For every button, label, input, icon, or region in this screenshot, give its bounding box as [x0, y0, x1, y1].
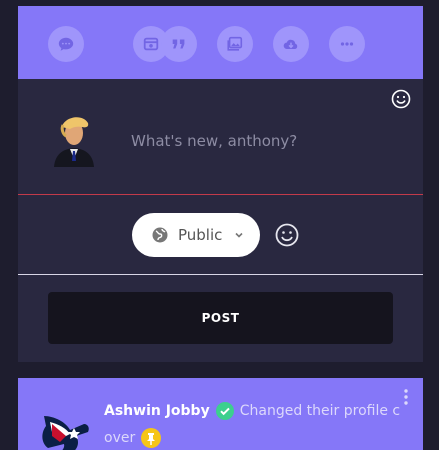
- emoji-picker-icon[interactable]: [275, 223, 299, 247]
- privacy-dropdown[interactable]: Public: [132, 213, 260, 257]
- more-button[interactable]: [329, 26, 365, 62]
- post-composer: What's new, anthony? Public POST: [18, 6, 423, 362]
- globe-icon: [152, 227, 168, 243]
- message-button[interactable]: [48, 26, 84, 62]
- more-vertical-icon[interactable]: [403, 388, 409, 406]
- emoji-icon[interactable]: [391, 89, 411, 109]
- feed-action-cont: over: [104, 430, 136, 446]
- cloud-download-icon: [283, 39, 298, 49]
- feed-item: Ashwin Jobby Changed their profile c ove…: [18, 378, 423, 450]
- media-icon: [143, 37, 159, 51]
- feed-headline: Ashwin Jobby Changed their profile c: [104, 402, 400, 420]
- compose-input[interactable]: What's new, anthony?: [131, 132, 297, 150]
- chevron-down-icon: [235, 232, 243, 238]
- pin-icon: [141, 428, 162, 448]
- feed-action: Changed their profile c: [239, 403, 401, 419]
- quote-icon: [172, 39, 185, 49]
- verified-icon: [215, 402, 234, 420]
- cloud-download-button[interactable]: [273, 26, 309, 62]
- quote-button[interactable]: [161, 26, 197, 62]
- team-logo-avatar[interactable]: [38, 408, 94, 450]
- user-avatar: [54, 117, 94, 167]
- post-button[interactable]: POST: [48, 292, 393, 344]
- composer-toolbar: [18, 6, 423, 79]
- author-name[interactable]: Ashwin Jobby: [104, 403, 210, 419]
- compose-area[interactable]: What's new, anthony?: [18, 79, 423, 195]
- privacy-label: Public: [178, 226, 223, 244]
- message-icon: [58, 37, 74, 51]
- more-icon: [340, 42, 354, 46]
- privacy-row: Public: [18, 195, 423, 275]
- feed-headline-cont: over: [104, 428, 162, 448]
- gallery-button[interactable]: [217, 26, 253, 62]
- gallery-icon: [227, 36, 243, 51]
